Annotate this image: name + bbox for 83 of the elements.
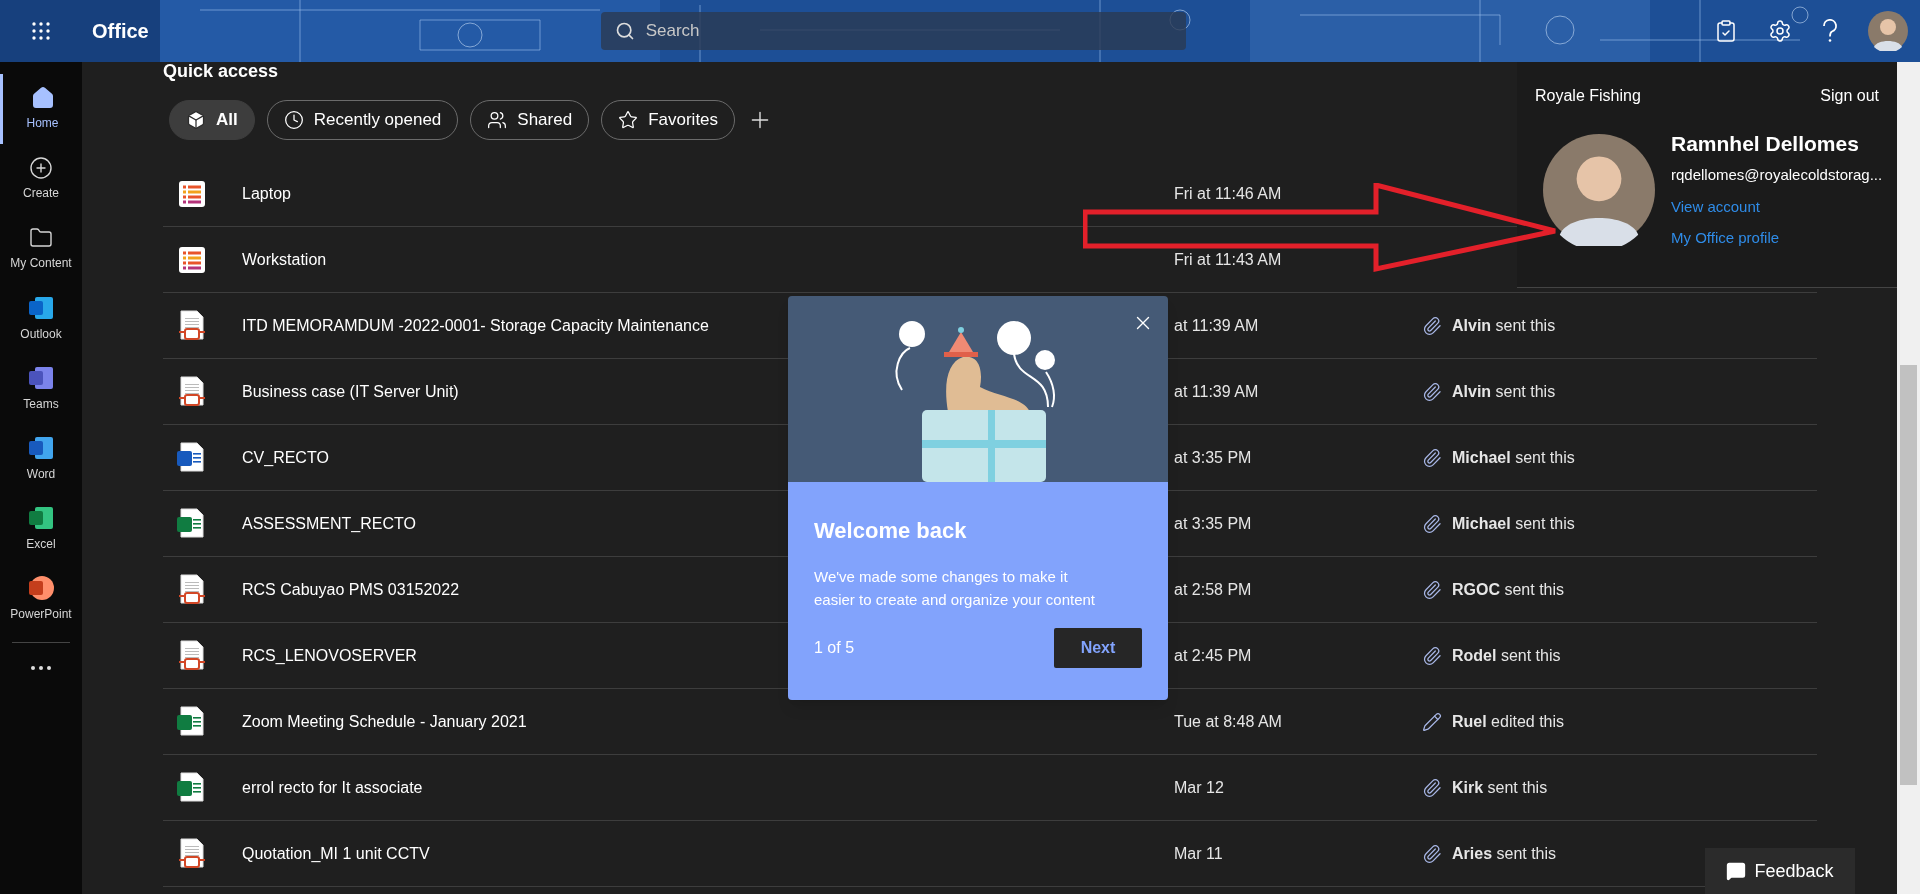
file-date: Mar 11 bbox=[1174, 844, 1223, 862]
file-date: at 3:35 PM bbox=[1174, 514, 1252, 532]
file-activity: Alvin sent this bbox=[1452, 315, 1556, 336]
file-name[interactable]: RCS Cabuyao PMS 03152022 bbox=[242, 580, 460, 598]
word-app-icon bbox=[28, 435, 54, 461]
file-date: at 2:58 PM bbox=[1174, 580, 1252, 598]
file-activity: Michael sent this bbox=[1452, 513, 1575, 534]
file-name[interactable]: Workstation bbox=[242, 250, 327, 268]
waffle-icon bbox=[32, 22, 50, 40]
filter-pill[interactable]: All bbox=[169, 100, 255, 140]
excel-app-icon bbox=[28, 505, 54, 531]
star-icon bbox=[618, 110, 639, 130]
paperclip-icon bbox=[1422, 315, 1442, 336]
folder-icon bbox=[29, 226, 53, 250]
clock-icon bbox=[283, 110, 304, 130]
scrollbar[interactable] bbox=[1897, 62, 1920, 894]
account-link[interactable]: View account bbox=[1671, 195, 1883, 218]
file-name[interactable]: Laptop bbox=[242, 184, 291, 202]
file-activity: Alvin sent this bbox=[1452, 381, 1556, 402]
sign-out-link[interactable]: Sign out bbox=[1820, 84, 1879, 108]
file-name[interactable]: RCS_LENOVOSERVER bbox=[242, 646, 417, 664]
file-name[interactable]: Zoom Meeting Schedule - January 2021 bbox=[242, 712, 527, 730]
file-date: Tue at 8:48 AM bbox=[1174, 712, 1282, 730]
paperclip-icon bbox=[1422, 777, 1442, 798]
search-field[interactable]: Search bbox=[600, 12, 1186, 50]
rail-item[interactable]: Outlook bbox=[0, 284, 82, 354]
file-date: at 3:35 PM bbox=[1174, 448, 1252, 466]
paperclip-icon bbox=[1422, 513, 1442, 534]
user-email: rqdellomes@royalecoldstorag... bbox=[1671, 165, 1883, 185]
help-icon[interactable] bbox=[1822, 19, 1838, 43]
search-icon bbox=[614, 21, 635, 41]
file-date: at 11:39 AM bbox=[1174, 316, 1259, 334]
paperclip-icon bbox=[1422, 579, 1442, 600]
file-name[interactable]: CV_RECTO bbox=[242, 448, 329, 466]
file-activity: Kirk sent this bbox=[1452, 777, 1548, 798]
rail-item[interactable]: Create bbox=[0, 144, 82, 214]
people-icon bbox=[487, 110, 508, 130]
task-icon[interactable] bbox=[1714, 19, 1738, 43]
organization-name: Royale Fishing bbox=[1535, 86, 1641, 106]
outlook-app-icon bbox=[28, 295, 54, 321]
file-name[interactable]: Business case (IT Server Unit) bbox=[242, 382, 459, 400]
paperclip-icon bbox=[1422, 843, 1442, 864]
rail-item[interactable]: Home bbox=[0, 74, 82, 144]
user-name: Ramnhel Dellomes bbox=[1671, 131, 1860, 157]
rail-item[interactable]: PowerPoint bbox=[0, 564, 82, 634]
file-activity: Aries sent this bbox=[1452, 843, 1557, 864]
file-name[interactable]: Quotation_MI 1 unit CCTV bbox=[242, 844, 430, 862]
file-activity: RGOC sent this bbox=[1452, 579, 1565, 600]
file-date: at 2:45 PM bbox=[1174, 646, 1252, 664]
paperclip-icon bbox=[1422, 381, 1442, 402]
account-avatar[interactable] bbox=[1868, 11, 1908, 51]
file-name[interactable]: ITD MEMORAMDUM -2022-0001- Storage Capacity Maintenance bbox=[242, 316, 709, 334]
step-counter: 1 of 5 bbox=[814, 638, 855, 658]
dialog-title: Welcome back bbox=[814, 517, 968, 545]
feedback-button[interactable]: Feedback bbox=[1705, 848, 1855, 894]
file-date: Mar 12 bbox=[1174, 778, 1224, 796]
cube-icon bbox=[186, 110, 206, 130]
file-activity: Rodel sent this bbox=[1452, 645, 1561, 666]
app-name[interactable]: Office bbox=[92, 16, 149, 46]
home-icon bbox=[30, 86, 55, 110]
rail-item[interactable]: My Content bbox=[0, 214, 82, 284]
teams-app-icon bbox=[28, 365, 54, 391]
file-name[interactable]: errol recto for It associate bbox=[242, 778, 423, 796]
rail-item[interactable]: Word bbox=[0, 424, 82, 494]
file-date: at 11:39 AM bbox=[1174, 382, 1259, 400]
next-button[interactable]: Next bbox=[1054, 628, 1142, 668]
file-activity: Ruel edited this bbox=[1452, 711, 1565, 732]
dialog-body: We've made some changes to make it easier to create and organize your content bbox=[814, 567, 1096, 610]
file-activity: Michael sent this bbox=[1452, 447, 1575, 468]
rail-item[interactable]: Excel bbox=[0, 494, 82, 564]
comment-icon bbox=[1726, 861, 1747, 881]
rail-item[interactable]: Teams bbox=[0, 354, 82, 424]
paperclip-icon bbox=[1422, 447, 1442, 468]
file-date: Fri at 11:46 AM bbox=[1174, 184, 1282, 202]
powerpoint-app-icon bbox=[28, 575, 54, 601]
pencil-icon bbox=[1422, 711, 1442, 732]
file-name[interactable]: ASSESSMENT_RECTO bbox=[242, 514, 416, 532]
create-icon bbox=[29, 156, 53, 180]
section-title: Quick access bbox=[163, 60, 280, 82]
paperclip-icon bbox=[1422, 645, 1442, 666]
file-date: Fri at 11:43 AM bbox=[1174, 250, 1282, 268]
settings-icon[interactable] bbox=[1768, 19, 1792, 43]
account-link[interactable]: My Office profile bbox=[1671, 227, 1883, 250]
